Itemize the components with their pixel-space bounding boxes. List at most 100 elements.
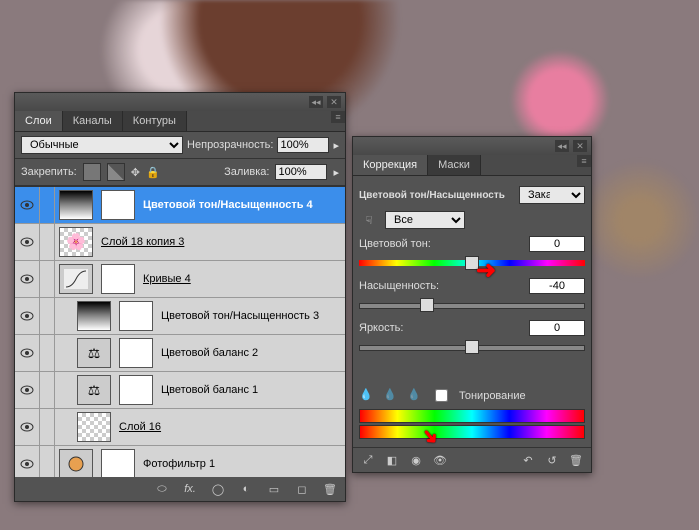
saturation-input[interactable] bbox=[529, 278, 585, 294]
mask-thumb[interactable] bbox=[119, 338, 153, 368]
prev-icon[interactable]: ↶ bbox=[519, 452, 537, 468]
panel-menu-icon[interactable]: ≡ bbox=[577, 155, 591, 167]
mask-thumb[interactable] bbox=[119, 301, 153, 331]
lock-label: Закрепить: bbox=[21, 166, 77, 178]
adjustment-thumb[interactable] bbox=[59, 449, 93, 477]
layer-row[interactable]: Цветовой тон/Насыщенность 3 bbox=[15, 298, 345, 335]
folder-icon[interactable]: ▭ bbox=[265, 481, 283, 497]
tab-channels[interactable]: Каналы bbox=[63, 111, 123, 131]
mask-thumb[interactable] bbox=[101, 190, 135, 220]
layers-panel: ◂◂ ✕ Слои Каналы Контуры ≡ Обычные Непро… bbox=[14, 92, 346, 502]
close-icon[interactable]: ✕ bbox=[573, 140, 587, 152]
colorize-label: Тонирование bbox=[459, 390, 526, 402]
visibility-icon[interactable] bbox=[15, 335, 40, 371]
adjustment-body: Цветовой тон/Насыщенность Заказная ☟ Все… bbox=[353, 176, 591, 447]
layer-row[interactable]: ⚖ Цветовой баланс 1 bbox=[15, 372, 345, 409]
panel-menu-icon[interactable]: ≡ bbox=[331, 111, 345, 123]
new-layer-icon[interactable]: ◻ bbox=[293, 481, 311, 497]
layer-row[interactable]: Фотофильтр 1 bbox=[15, 446, 345, 477]
visibility-icon[interactable] bbox=[15, 446, 40, 477]
lock-transparent-icon[interactable] bbox=[83, 163, 101, 181]
lightness-slider[interactable] bbox=[359, 340, 585, 354]
layer-row[interactable]: ⚖ Цветовой баланс 2 bbox=[15, 335, 345, 372]
fill-label: Заливка: bbox=[224, 166, 269, 178]
layer-name[interactable]: Кривые 4 bbox=[139, 273, 345, 285]
tab-paths[interactable]: Контуры bbox=[123, 111, 187, 131]
hue-label: Цветовой тон: bbox=[359, 238, 431, 250]
blend-mode-select[interactable]: Обычные bbox=[21, 136, 183, 154]
scrubber-icon[interactable]: ☟ bbox=[359, 210, 379, 230]
eyedropper-add-icon[interactable]: 💧 bbox=[383, 388, 399, 404]
opacity-input[interactable] bbox=[277, 137, 329, 153]
adjustment-thumb[interactable] bbox=[59, 264, 93, 294]
mask-thumb[interactable] bbox=[101, 449, 135, 477]
panel-titlebar: ◂◂ ✕ bbox=[15, 93, 345, 111]
clip-icon[interactable]: ◧ bbox=[383, 452, 401, 468]
visibility-icon[interactable] bbox=[15, 261, 40, 297]
tab-correction[interactable]: Коррекция bbox=[353, 155, 428, 175]
layer-name[interactable]: Цветовой тон/Насыщенность 4 bbox=[139, 199, 345, 211]
eyedropper-icon[interactable]: 💧 bbox=[359, 388, 375, 404]
tab-masks[interactable]: Маски bbox=[428, 155, 481, 175]
adjustment-icon[interactable]: ◐ bbox=[237, 481, 255, 497]
visibility-icon[interactable] bbox=[15, 372, 40, 408]
layer-name[interactable]: Слой 16 bbox=[115, 421, 345, 433]
eyedropper-subtract-icon[interactable]: 💧 bbox=[407, 388, 423, 404]
mask-icon[interactable]: ◯ bbox=[209, 481, 227, 497]
collapse-icon[interactable]: ◂◂ bbox=[555, 140, 569, 152]
saturation-slider[interactable] bbox=[359, 298, 585, 312]
layer-row[interactable]: Слой 16 bbox=[15, 409, 345, 446]
layer-name[interactable]: Цветовой тон/Насыщенность 3 bbox=[157, 310, 345, 322]
adjustment-thumb[interactable] bbox=[77, 301, 111, 331]
adjustment-thumb[interactable]: ⚖ bbox=[77, 338, 111, 368]
lock-all-icon[interactable]: 🔒 bbox=[146, 166, 160, 179]
preset-select[interactable]: Заказная bbox=[519, 186, 585, 204]
fill-input[interactable] bbox=[275, 164, 327, 180]
colorize-checkbox[interactable] bbox=[435, 389, 448, 402]
reset-icon[interactable]: ↺ bbox=[543, 452, 561, 468]
hue-strip-bottom bbox=[359, 425, 585, 439]
hue-slider[interactable] bbox=[359, 256, 585, 270]
tab-layers[interactable]: Слои bbox=[15, 111, 63, 131]
trash-icon[interactable]: 🗑 bbox=[321, 481, 339, 497]
mask-thumb[interactable] bbox=[119, 375, 153, 405]
opacity-dropdown-icon[interactable]: ▸ bbox=[333, 139, 339, 152]
view-icon[interactable]: 👁 bbox=[431, 452, 449, 468]
layer-name[interactable]: Цветовой баланс 1 bbox=[157, 384, 345, 396]
expand-icon[interactable]: ⤢ bbox=[359, 452, 377, 468]
layer-thumb[interactable] bbox=[77, 412, 111, 442]
lock-move-icon[interactable]: ✥ bbox=[131, 166, 140, 179]
fill-dropdown-icon[interactable]: ▸ bbox=[333, 166, 339, 179]
visibility-icon[interactable] bbox=[15, 224, 40, 260]
link-icon[interactable]: ⬭ bbox=[153, 481, 171, 497]
adjustment-title: Цветовой тон/Насыщенность bbox=[359, 190, 505, 201]
fx-icon[interactable]: fx. bbox=[181, 481, 199, 497]
layer-row[interactable]: Цветовой тон/Насыщенность 4 bbox=[15, 187, 345, 224]
collapse-icon[interactable]: ◂◂ bbox=[309, 96, 323, 108]
adjustments-panel: ◂◂ ✕ Коррекция Маски ≡ Цветовой тон/Насы… bbox=[352, 136, 592, 473]
opacity-label: Непрозрачность: bbox=[187, 139, 273, 151]
range-select[interactable]: Все bbox=[385, 211, 465, 229]
layer-row[interactable]: 🌸 Слой 18 копия 3 bbox=[15, 224, 345, 261]
visibility-icon[interactable] bbox=[15, 187, 40, 223]
hue-input[interactable] bbox=[529, 236, 585, 252]
adjustments-tabs: Коррекция Маски ≡ bbox=[353, 155, 591, 176]
lightness-input[interactable] bbox=[529, 320, 585, 336]
lightness-label: Яркость: bbox=[359, 322, 403, 334]
adjustment-thumb[interactable]: ⚖ bbox=[77, 375, 111, 405]
toggle-icon[interactable]: ◉ bbox=[407, 452, 425, 468]
visibility-icon[interactable] bbox=[15, 409, 40, 445]
layer-name[interactable]: Фотофильтр 1 bbox=[139, 458, 345, 470]
trash-icon[interactable]: 🗑 bbox=[567, 452, 585, 468]
layers-footer: ⬭ fx. ◯ ◐ ▭ ◻ 🗑 bbox=[15, 477, 345, 501]
layer-name[interactable]: Цветовой баланс 2 bbox=[157, 347, 345, 359]
adjustment-thumb[interactable] bbox=[59, 190, 93, 220]
adjustments-footer: ⤢ ◧ ◉ 👁 ↶ ↺ 🗑 bbox=[353, 447, 591, 472]
close-icon[interactable]: ✕ bbox=[327, 96, 341, 108]
layer-row[interactable]: Кривые 4 bbox=[15, 261, 345, 298]
layer-thumb[interactable]: 🌸 bbox=[59, 227, 93, 257]
visibility-icon[interactable] bbox=[15, 298, 40, 334]
mask-thumb[interactable] bbox=[101, 264, 135, 294]
layer-name[interactable]: Слой 18 копия 3 bbox=[97, 236, 345, 248]
lock-pixels-icon[interactable] bbox=[107, 163, 125, 181]
